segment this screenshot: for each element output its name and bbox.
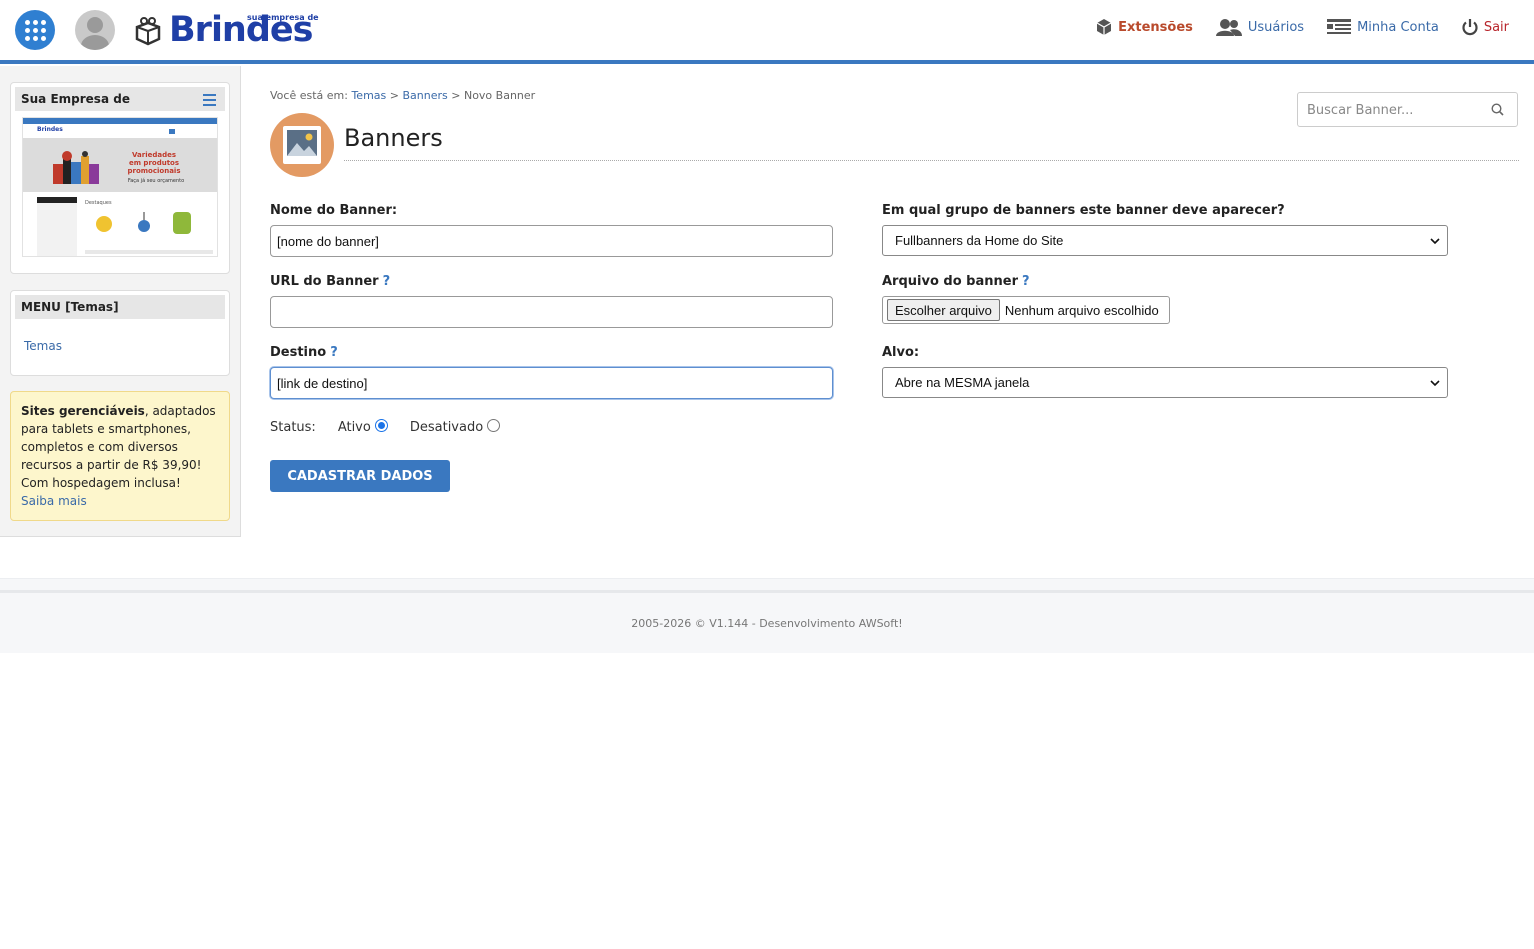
power-icon (1462, 19, 1478, 36)
breadcrumb: Você está em: Temas > Banners > Novo Ban… (270, 89, 535, 102)
apps-grid-icon (24, 19, 46, 41)
image-icon (283, 126, 321, 164)
brand-logo[interactable]: sua empresa de Brindes (133, 10, 323, 52)
target-select[interactable]: Abre na MESMA janela (882, 367, 1448, 398)
nav-account[interactable]: Minha Conta (1326, 18, 1439, 36)
nav-account-label: Minha Conta (1357, 19, 1439, 35)
submit-button[interactable]: CADASTRAR DADOS (270, 460, 450, 492)
target-value: Abre na MESMA janela (895, 375, 1030, 390)
banner-group-value: Fullbanners da Home do Site (895, 233, 1064, 248)
banner-url-label-text: URL do Banner (270, 274, 379, 289)
banner-url-help-icon[interactable]: ? (383, 274, 391, 289)
site-card-title: Sua Empresa de (21, 92, 130, 106)
choose-file-button[interactable]: Escolher arquivo (887, 299, 1000, 321)
sidebar: Sua Empresa de Brindes Variedades em pro… (0, 66, 241, 537)
banner-file-help-icon[interactable]: ? (1022, 274, 1030, 289)
menu-card-header: MENU [Temas] (15, 295, 225, 319)
apps-menu-button[interactable] (15, 10, 55, 50)
footer-text: 2005-2026 © V1.144 - Desenvolvimento AWS… (631, 617, 903, 630)
preview-banner-sub: Faça já seu orçamento (127, 178, 185, 184)
banner-name-label: Nome do Banner: (270, 203, 397, 218)
top-bar: sua empresa de Brindes Extensões Usuário… (0, 0, 1534, 60)
breadcrumb-temas[interactable]: Temas (351, 89, 386, 102)
banner-file-input: Escolher arquivo Nenhum arquivo escolhid… (882, 296, 1170, 324)
promo-bold: Sites gerenciáveis (21, 404, 145, 418)
breadcrumb-separator: > (451, 89, 461, 102)
sidebar-item-temas[interactable]: Temas (24, 339, 229, 353)
preview-banner-line2: em produtos (128, 159, 180, 167)
banner-group-label: Em qual grupo de banners este banner dev… (882, 203, 1285, 218)
chevron-down-icon (1430, 380, 1440, 387)
cube-icon (1096, 19, 1112, 35)
promo-link[interactable]: Saiba mais (21, 492, 219, 510)
logo-text: Brindes (169, 10, 313, 50)
banner-group-label-text: Em qual grupo de banners este banner dev… (882, 203, 1285, 218)
gift-box-icon (135, 17, 161, 46)
nav-users[interactable]: Usuários (1215, 18, 1304, 36)
preview-banner-line1: Variedades (131, 151, 177, 159)
status-active-label[interactable]: Ativo (338, 420, 371, 435)
nav-extensions[interactable]: Extensões (1095, 18, 1193, 36)
breadcrumb-current: Novo Banner (463, 89, 536, 102)
preview-product-3 (169, 206, 195, 234)
nav-logout[interactable]: Sair (1461, 18, 1509, 36)
site-card-header: Sua Empresa de (15, 87, 225, 111)
preview-section: Destaques (85, 200, 112, 206)
banner-file-label: Arquivo do banner? (882, 274, 1030, 289)
preview-products-image (51, 150, 103, 186)
page-title: Banners (344, 124, 443, 152)
target-label-text: Alvo: (882, 345, 920, 360)
search-input[interactable] (1307, 101, 1487, 119)
status-inactive-label[interactable]: Desativado (410, 420, 483, 435)
menu-card: MENU [Temas] Temas (10, 290, 230, 376)
preview-banner-line3: promocionais (127, 167, 181, 175)
destination-label: Destino? (270, 345, 338, 360)
chevron-down-icon (1430, 238, 1440, 245)
nav-users-label: Usuários (1247, 19, 1305, 35)
user-avatar-icon (81, 17, 109, 50)
status-label: Status: (270, 420, 316, 435)
preview-product-1 (91, 210, 117, 234)
footer-divider (0, 590, 1534, 593)
breadcrumb-prefix: Você está em: (270, 89, 348, 102)
banner-url-label: URL do Banner? (270, 274, 390, 289)
avatar[interactable] (75, 10, 115, 50)
users-icon (1215, 19, 1242, 36)
search-icon[interactable] (1491, 103, 1504, 116)
menu-card-title: MENU [Temas] (21, 300, 119, 314)
account-list-icon (1327, 19, 1352, 34)
site-card: Sua Empresa de Brindes Variedades em pro… (10, 82, 230, 274)
promo-box: Sites gerenciáveis, adaptados para table… (10, 391, 230, 521)
banner-url-input[interactable] (270, 296, 833, 328)
destination-input[interactable] (270, 367, 833, 399)
file-status: Nenhum arquivo escolhido (1004, 302, 1159, 318)
target-label: Alvo: (882, 345, 919, 360)
nav-logout-label: Sair (1483, 19, 1509, 35)
status-inactive-radio[interactable] (487, 419, 501, 432)
banner-name-input[interactable] (270, 225, 833, 257)
banner-file-label-text: Arquivo do banner (882, 274, 1018, 289)
destination-help-icon[interactable]: ? (330, 345, 338, 360)
status-active-radio[interactable] (374, 419, 388, 432)
site-preview-thumbnail[interactable]: Brindes Variedades em produtos promocion… (22, 117, 218, 257)
preview-product-2 (131, 210, 157, 234)
banners-title-icon (270, 113, 334, 177)
nav-extensions-label: Extensões (1118, 19, 1193, 35)
breadcrumb-banners[interactable]: Banners (402, 89, 447, 102)
preview-brand: Brindes (37, 126, 63, 133)
status-row: Status: Ativo Desativado (270, 419, 501, 435)
banner-name-label-text: Nome do Banner: (270, 203, 398, 218)
top-nav: Extensões Usuários Minha Conta Sair (1095, 18, 1509, 36)
hamburger-menu-icon[interactable] (203, 94, 216, 106)
destination-label-text: Destino (270, 345, 327, 360)
banner-group-select[interactable]: Fullbanners da Home do Site (882, 225, 1448, 256)
title-divider (344, 160, 1519, 161)
header-divider (0, 60, 1534, 64)
breadcrumb-separator: > (389, 89, 399, 102)
search-box (1297, 92, 1518, 127)
